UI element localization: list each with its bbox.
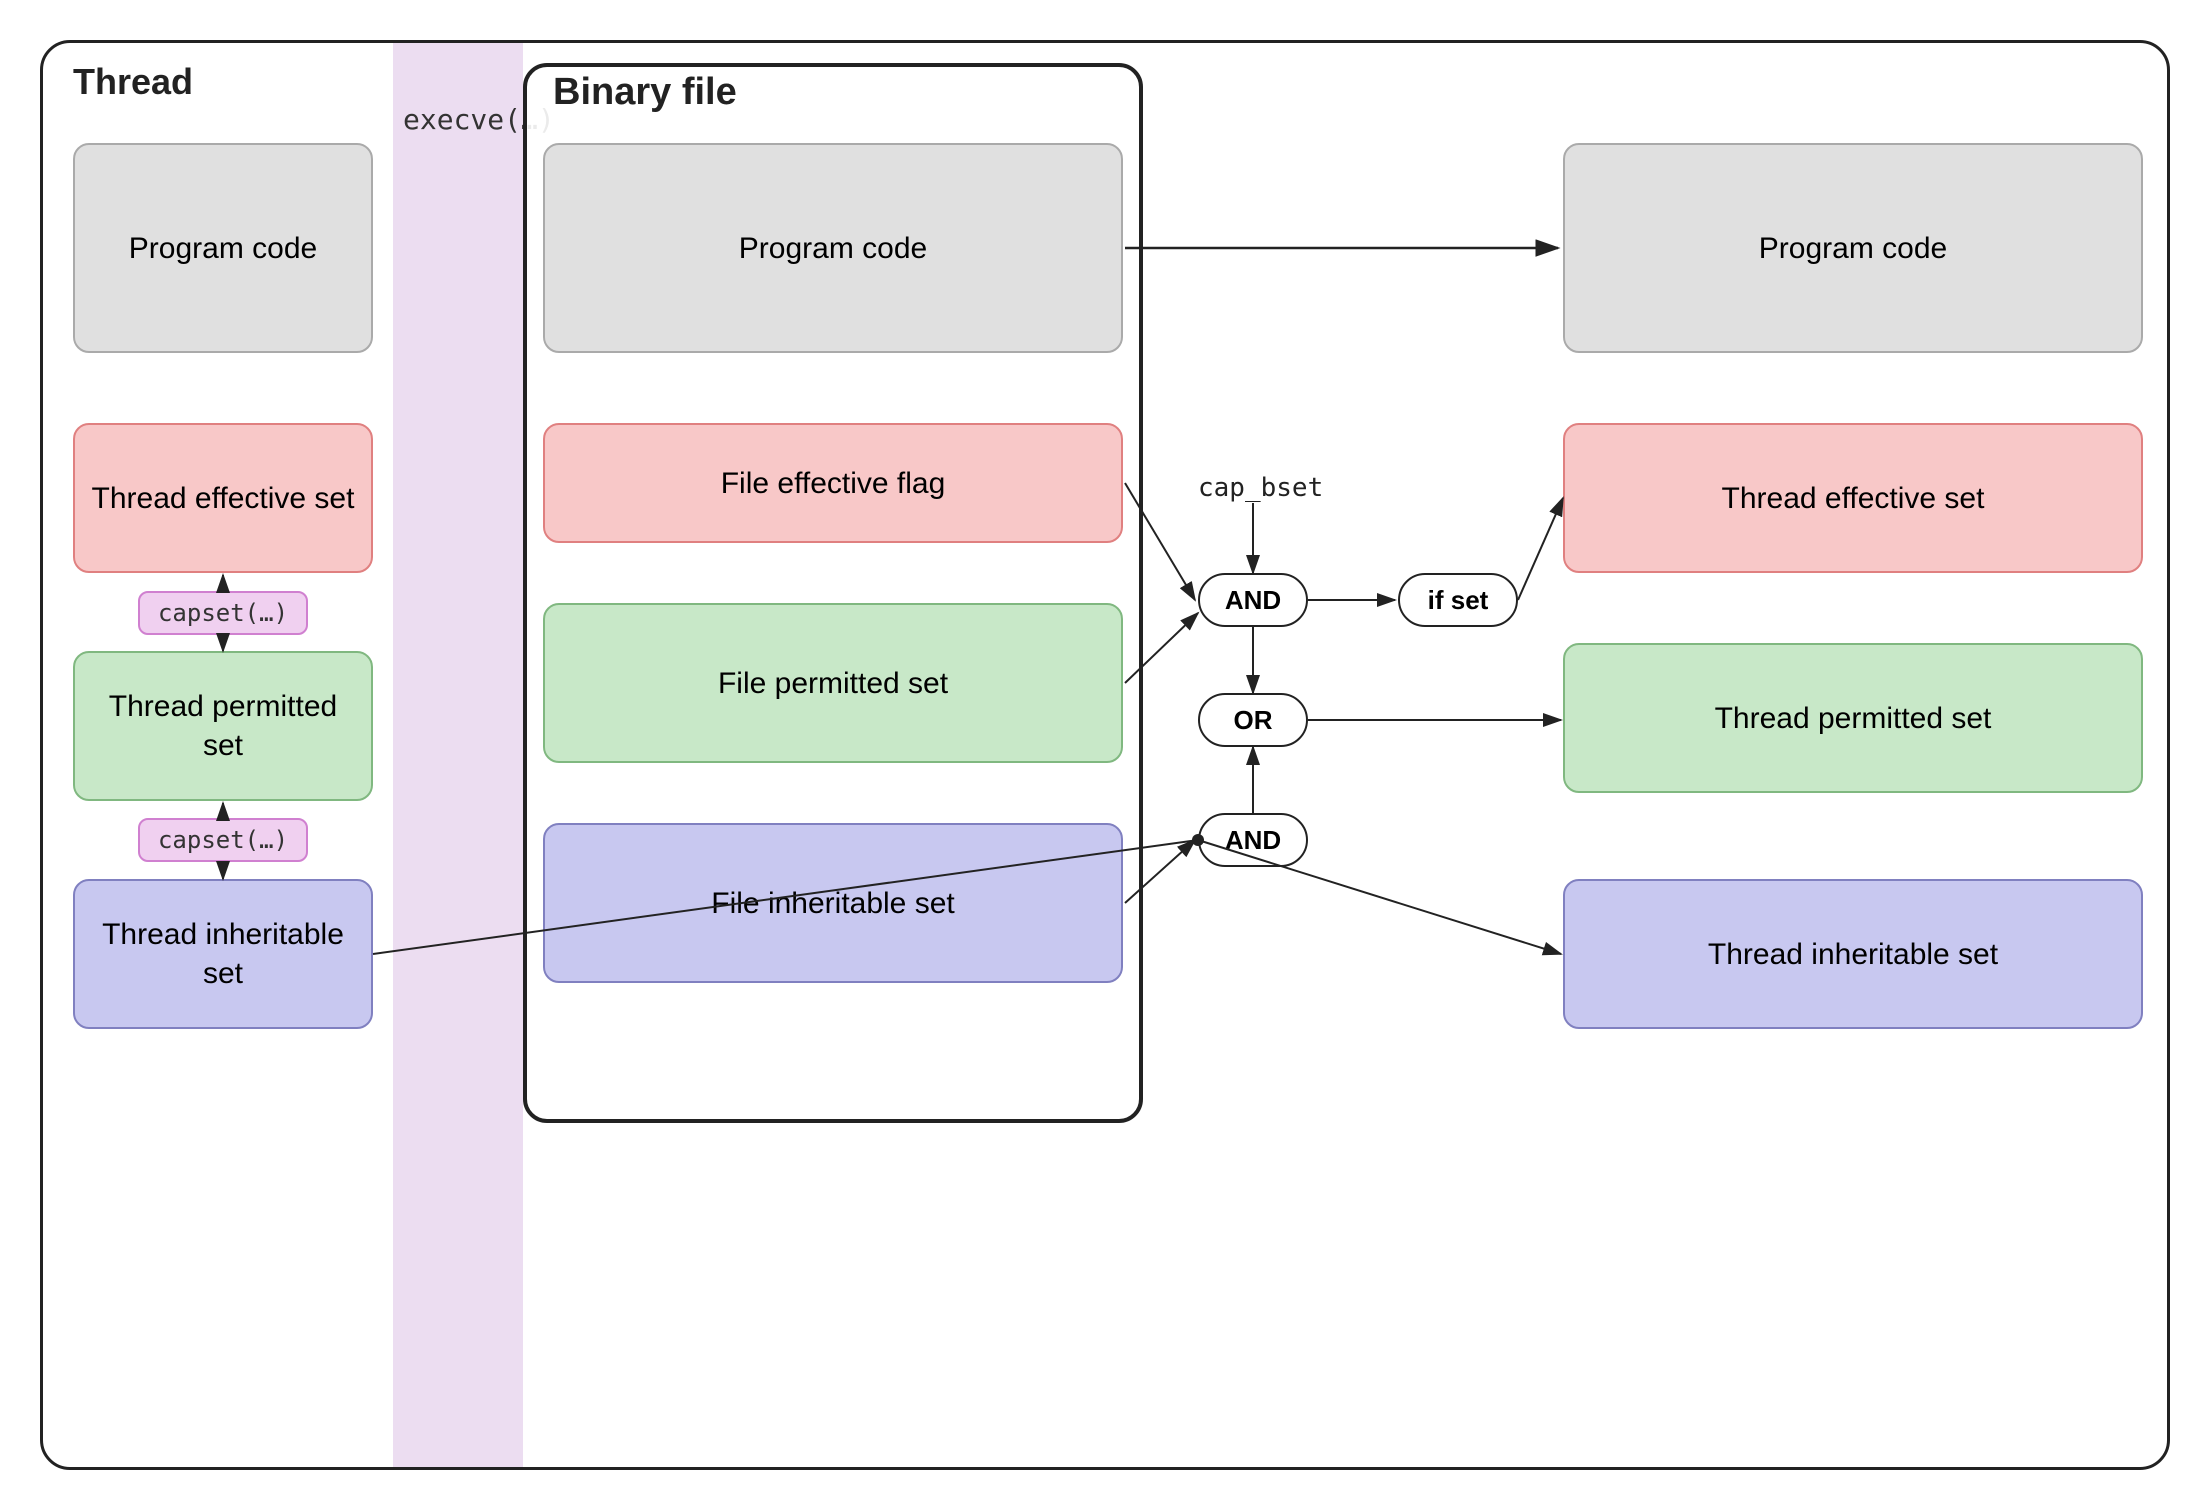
- thread-program-code: Program code: [73, 143, 373, 353]
- main-container: Thread execve(…) Binary file Program cod…: [40, 40, 2170, 1470]
- cap-bset-label: cap_bset: [1198, 473, 1323, 503]
- file-effective-flag: File effective flag: [543, 423, 1123, 543]
- execve-column: [393, 43, 523, 1467]
- file-inheritable-set: File inheritable set: [543, 823, 1123, 983]
- if-set-node: if set: [1398, 573, 1518, 627]
- capset1-box: capset(…): [138, 591, 308, 635]
- thread-effective-set: Thread effective set: [73, 423, 373, 573]
- thread-inheritable-set: Thread inheritable set: [73, 879, 373, 1029]
- and2-node: AND: [1198, 813, 1308, 867]
- result-permitted-set: Thread permitted set: [1563, 643, 2143, 793]
- or-node: OR: [1198, 693, 1308, 747]
- file-permitted-set: File permitted set: [543, 603, 1123, 763]
- thread-permitted-set: Thread permitted set: [73, 651, 373, 801]
- binary-program-code: Program code: [543, 143, 1123, 353]
- thread-label: Thread: [73, 61, 193, 103]
- result-inheritable-set: Thread inheritable set: [1563, 879, 2143, 1029]
- result-program-code: Program code: [1563, 143, 2143, 353]
- and1-node: AND: [1198, 573, 1308, 627]
- binary-file-label: Binary file: [553, 71, 737, 114]
- capset2-box: capset(…): [138, 818, 308, 862]
- result-effective-set: Thread effective set: [1563, 423, 2143, 573]
